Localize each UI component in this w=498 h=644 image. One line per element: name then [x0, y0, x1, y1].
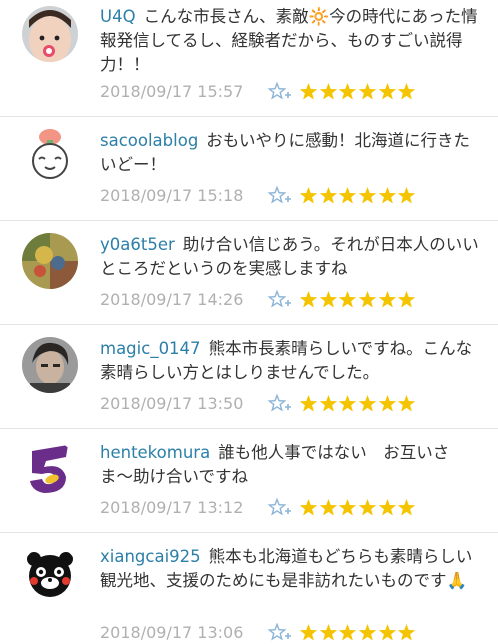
colorful-photo-avatar-icon — [22, 233, 78, 289]
star-plus-icon[interactable] — [268, 186, 292, 204]
rating-star-icon — [378, 290, 396, 307]
user-avatar[interactable] — [22, 126, 78, 182]
rating-star-icon — [358, 498, 377, 515]
rating-star-icon — [299, 82, 318, 99]
timestamp: 2018/09/17 15:57 — [100, 81, 244, 101]
comment-meta: 2018/09/17 15:57 — [100, 79, 417, 103]
rating-star-icon — [398, 394, 416, 411]
rating-star-icon — [398, 290, 416, 307]
comment-meta: 2018/09/17 15:18 — [100, 183, 417, 207]
comment-text: y0a6t5er 助け合い信じあう。それが日本人のいいところだというのを実感します… — [100, 233, 480, 281]
username-link[interactable]: magic_0147 — [100, 339, 201, 358]
rating-star-icon — [358, 394, 377, 411]
rating-star-icon — [299, 290, 318, 307]
rating-star-icon — [378, 186, 396, 203]
baby-avatar-icon — [22, 6, 78, 62]
star-rating — [299, 186, 417, 205]
username-link[interactable]: sacoolablog — [100, 131, 198, 150]
user-avatar[interactable] — [22, 6, 78, 62]
rating-star-icon — [339, 623, 357, 640]
man-photo-avatar-icon — [22, 337, 78, 393]
cartoon-face-avatar-icon — [22, 126, 78, 182]
username-link[interactable]: hentekomura — [100, 443, 210, 462]
comment-item: xiangcai925 熊本も北海道もどちらも素晴らしい観光地、支援のためにも是非… — [0, 533, 498, 642]
star-plus-icon[interactable] — [268, 623, 292, 641]
rating-star-icon — [398, 623, 416, 640]
rating-star-icon — [339, 394, 357, 411]
username-link[interactable]: U4Q — [100, 7, 136, 26]
star-plus-icon[interactable] — [268, 394, 292, 412]
rating-star-icon — [358, 290, 377, 307]
rating-star-icon — [339, 290, 357, 307]
star-rating — [299, 623, 417, 642]
timestamp: 2018/09/17 13:12 — [100, 497, 244, 517]
rating-star-icon — [299, 394, 318, 411]
comment-meta: 2018/09/17 13:50 — [100, 391, 417, 415]
star-plus-icon[interactable] — [268, 82, 292, 100]
comment-item: sacoolablog おもいやりに感動！北海道に行きたいどー！ 2018/09/… — [0, 117, 498, 221]
user-avatar[interactable] — [22, 233, 78, 289]
rating-star-icon — [319, 394, 337, 411]
comment-item: y0a6t5er 助け合い信じあう。それが日本人のいいところだというのを実感します… — [0, 221, 498, 325]
purple-logo-avatar-icon — [22, 441, 78, 497]
rating-star-icon — [319, 290, 337, 307]
rating-star-icon — [358, 623, 377, 640]
rating-star-icon — [398, 82, 416, 99]
rating-star-icon — [319, 82, 337, 99]
timestamp: 2018/09/17 14:26 — [100, 289, 244, 309]
timestamp: 2018/09/17 13:50 — [100, 393, 244, 413]
rating-star-icon — [398, 186, 416, 203]
comment-body: こんな市長さん、素敵🔆今の時代にあった情報発信してるし、経験者だから、ものすごい… — [100, 7, 478, 74]
rating-star-icon — [398, 498, 416, 515]
star-rating — [299, 82, 417, 101]
rating-star-icon — [378, 623, 396, 640]
comment-meta: 2018/09/17 13:06 — [100, 620, 417, 644]
rating-star-icon — [339, 82, 357, 99]
comment-meta: 2018/09/17 14:26 — [100, 287, 417, 311]
rating-star-icon — [378, 394, 396, 411]
comment-text: U4Q こんな市長さん、素敵🔆今の時代にあった情報発信してるし、経験者だから、もの… — [100, 5, 480, 77]
rating-star-icon — [299, 498, 318, 515]
rating-star-icon — [339, 186, 357, 203]
comment-text: magic_0147 熊本市長素晴らしいですね。こんな素晴らしい方とはしりませんで… — [100, 337, 480, 385]
rating-star-icon — [378, 498, 396, 515]
comment-text: sacoolablog おもいやりに感動！北海道に行きたいどー！ — [100, 129, 480, 177]
user-avatar[interactable] — [22, 545, 78, 601]
comment-text: hentekomura 誰も他人事ではない お互いさま〜助け合いですね — [100, 441, 480, 489]
rating-star-icon — [358, 186, 377, 203]
rating-star-icon — [319, 623, 337, 640]
comment-item: hentekomura 誰も他人事ではない お互いさま〜助け合いですね 2018/… — [0, 429, 498, 533]
star-plus-icon[interactable] — [268, 498, 292, 516]
timestamp: 2018/09/17 15:18 — [100, 185, 244, 205]
rating-star-icon — [358, 82, 377, 99]
kumamon-avatar-icon — [22, 545, 78, 601]
rating-star-icon — [319, 186, 337, 203]
rating-star-icon — [299, 186, 318, 203]
rating-star-icon — [378, 82, 396, 99]
username-link[interactable]: y0a6t5er — [100, 235, 175, 254]
user-avatar[interactable] — [22, 441, 78, 497]
rating-star-icon — [339, 498, 357, 515]
star-rating — [299, 498, 417, 517]
rating-star-icon — [319, 498, 337, 515]
comment-text: xiangcai925 熊本も北海道もどちらも素晴らしい観光地、支援のためにも是非… — [100, 545, 480, 593]
timestamp: 2018/09/17 13:06 — [100, 622, 244, 642]
star-plus-icon[interactable] — [268, 290, 292, 308]
username-link[interactable]: xiangcai925 — [100, 547, 201, 566]
user-avatar[interactable] — [22, 337, 78, 393]
comment-meta: 2018/09/17 13:12 — [100, 495, 417, 519]
rating-star-icon — [299, 623, 318, 640]
star-rating — [299, 394, 417, 413]
comment-item: U4Q こんな市長さん、素敵🔆今の時代にあった情報発信してるし、経験者だから、もの… — [0, 0, 498, 117]
comment-item: magic_0147 熊本市長素晴らしいですね。こんな素晴らしい方とはしりませんで… — [0, 325, 498, 429]
star-rating — [299, 290, 417, 309]
